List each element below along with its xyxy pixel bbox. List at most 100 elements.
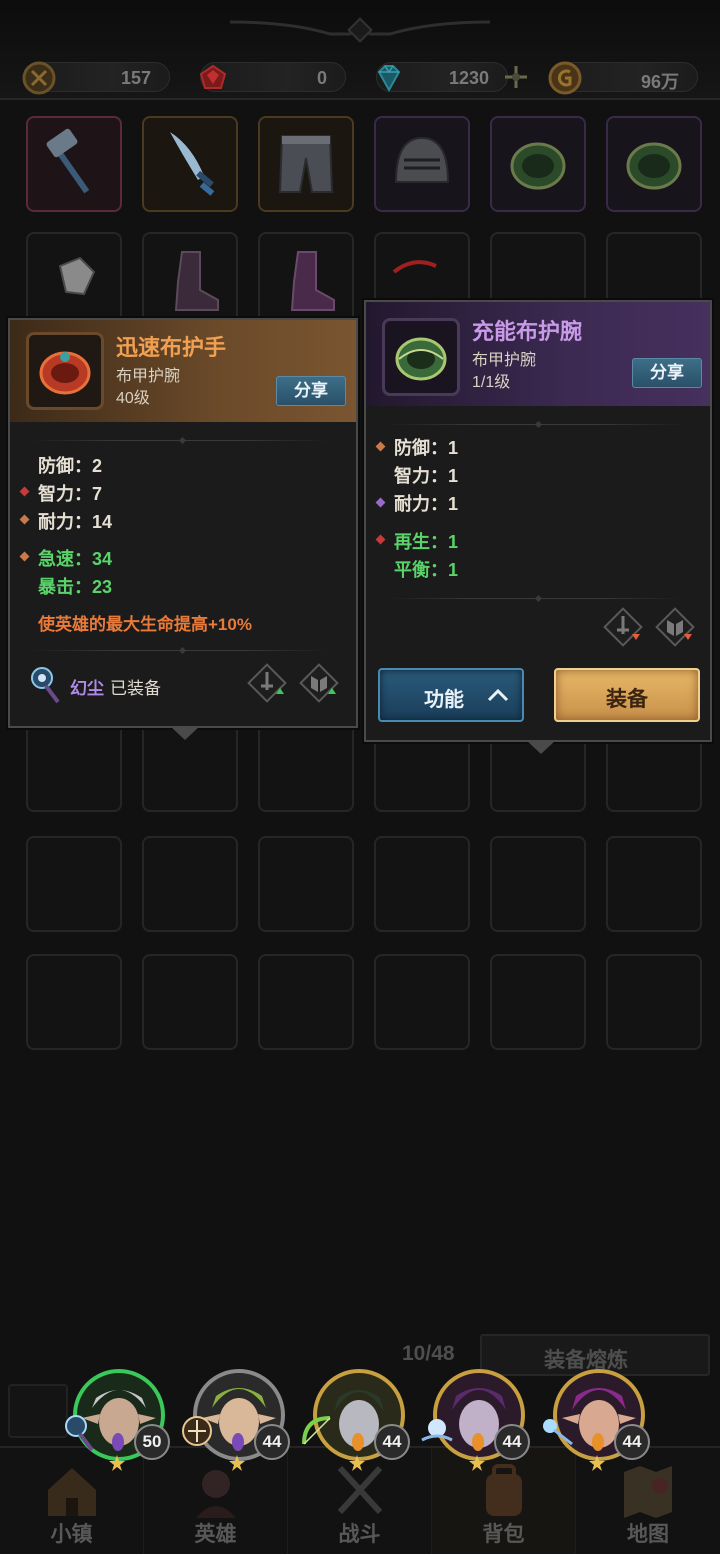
item-name: 充能布护腕: [472, 319, 583, 344]
currency-value: 157: [120, 68, 151, 88]
ornament-icon: [230, 17, 490, 43]
star-icon: [109, 1455, 125, 1471]
inventory-slot[interactable]: [258, 116, 354, 212]
stat-intellect: 智力：1: [394, 466, 459, 486]
equipped-status: 已装备: [110, 679, 161, 698]
item-level: 40级: [116, 390, 150, 407]
currency-value: 0: [316, 68, 327, 88]
inventory-slot[interactable]: [26, 716, 122, 812]
boots-icon: [174, 251, 219, 311]
star-icon: [349, 1455, 365, 1471]
inventory-slot[interactable]: [142, 836, 238, 932]
orb-icon: [421, 1419, 453, 1442]
inventory-slot[interactable]: [490, 954, 586, 1050]
wand-icon: [543, 1419, 573, 1446]
tooltip-pointer-icon: [170, 726, 200, 740]
inventory-slot[interactable]: [374, 116, 470, 212]
stat-intellect: 智力：7: [38, 484, 103, 504]
inventory-slot[interactable]: [374, 836, 470, 932]
stat-bullet: [19, 486, 30, 497]
inventory-slot[interactable]: [374, 954, 470, 1050]
hero-level: 44: [254, 1424, 290, 1460]
weapon-compare-up-icon: [247, 663, 287, 703]
sword-icon: [170, 132, 215, 196]
boots-icon: [290, 251, 335, 311]
hero-portrait[interactable]: 44: [543, 1362, 656, 1472]
equip-label: 装备: [606, 688, 648, 711]
currency-ruby[interactable]: 0: [199, 62, 346, 92]
inventory-slot[interactable]: [258, 716, 354, 812]
currency-bar: 157 0 1230 96万: [0, 0, 720, 100]
purple-gem-icon: [112, 1433, 124, 1451]
inventory-slot[interactable]: [490, 836, 586, 932]
inventory-slot[interactable]: [490, 116, 586, 212]
helmet-icon: [394, 136, 450, 183]
plus-icon[interactable]: [503, 64, 529, 90]
selected-item-tooltip: 充能布护腕 布甲护腕 1/1级 分享 防御：1 智力：1 耐力：1 再生：1 平…: [364, 300, 712, 754]
inventory-slot[interactable]: [142, 954, 238, 1050]
nav-label: 小镇: [50, 1523, 93, 1546]
tooltip-pointer-icon: [526, 740, 556, 754]
inventory-slot[interactable]: [142, 116, 238, 212]
hero-portrait[interactable]: 44: [302, 1362, 416, 1472]
inventory-slot[interactable]: [26, 116, 122, 212]
inventory-slot[interactable]: [26, 836, 122, 932]
stat-balance: 平衡：1: [394, 560, 459, 580]
rune-coin-icon: [22, 61, 56, 95]
inventory-slot[interactable]: [606, 954, 702, 1050]
item-name: 迅速布护手: [116, 335, 227, 360]
stat-bullet: [375, 441, 386, 452]
hero-portrait[interactable]: 44: [182, 1362, 296, 1472]
currency-diamond[interactable]: 1230: [376, 62, 508, 93]
gauntlet-icon: [58, 256, 96, 296]
hero-portrait[interactable]: 44: [421, 1362, 536, 1472]
staff-icon: [31, 667, 60, 704]
hammer-icon: [46, 128, 90, 194]
function-label: 功能: [424, 689, 464, 711]
purple-gem-icon: [232, 1433, 244, 1451]
inventory-slot[interactable]: [26, 954, 122, 1050]
armor-compare-down-icon: [655, 607, 695, 647]
star-icon: [229, 1455, 245, 1471]
item-type: 布甲护腕: [472, 352, 537, 369]
inventory-slot[interactable]: [258, 954, 354, 1050]
bow-icon: [302, 1416, 331, 1445]
hero-portrait[interactable]: 50: [64, 1362, 176, 1472]
stat-defense: 防御：1: [394, 438, 459, 458]
orange-gem-icon: [352, 1433, 364, 1451]
stat-bullet: [19, 551, 30, 562]
star-icon: [469, 1455, 485, 1471]
inventory-slot[interactable]: [26, 232, 122, 328]
inventory-slot[interactable]: [258, 836, 354, 932]
cyan-gem-icon: [377, 65, 401, 93]
stat-stamina: 耐力：1: [394, 494, 459, 514]
hero-level: 50: [134, 1424, 170, 1460]
stat-regen: 再生：1: [394, 532, 459, 552]
nav-label: 战斗: [338, 1523, 381, 1546]
staff-icon: [65, 1415, 94, 1452]
orange-gem-icon: [592, 1433, 604, 1451]
item-icon-frame: [382, 318, 460, 396]
share-button[interactable]: 分享: [276, 376, 346, 406]
divider: [30, 650, 330, 651]
share-button[interactable]: 分享: [632, 358, 702, 388]
equip-button[interactable]: 装备: [554, 668, 700, 722]
stat-stamina: 耐力：14: [38, 512, 113, 532]
equipped-item-tooltip: 迅速布护手 布甲护腕 40级 分享 防御：2 智力：7 耐力：14 急速：34 …: [8, 318, 358, 740]
inventory-slot[interactable]: [142, 232, 238, 328]
inventory-slot[interactable]: [606, 836, 702, 932]
function-menu-button[interactable]: 功能: [378, 668, 524, 722]
weapon-compare-down-icon: [603, 607, 643, 647]
green-bracer-icon: [395, 337, 447, 381]
hero-level: 44: [494, 1424, 530, 1460]
inventory-slot[interactable]: [606, 116, 702, 212]
inventory-slot[interactable]: [258, 232, 354, 328]
hero-level: 44: [374, 1424, 410, 1460]
tooltip-header: 充能布护腕 布甲护腕 1/1级 分享: [366, 302, 710, 406]
orange-gem-icon: [472, 1433, 484, 1451]
divider: [30, 440, 330, 441]
currency-stamina[interactable]: 157: [22, 61, 170, 95]
chevron-up-icon: [487, 688, 509, 702]
divider: [386, 424, 686, 425]
currency-gold[interactable]: 96万: [548, 61, 698, 95]
